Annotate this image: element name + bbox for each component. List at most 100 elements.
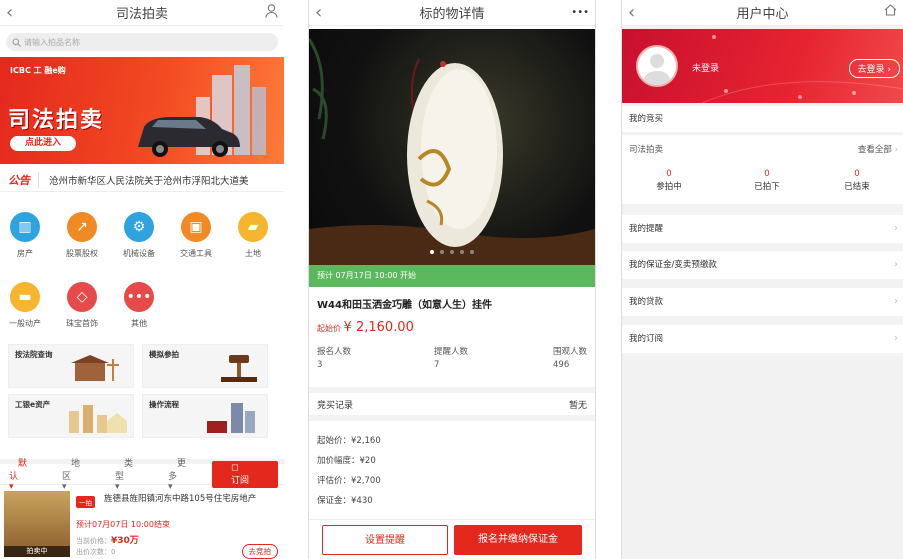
login-label: 去登录	[857, 65, 885, 75]
category-item[interactable]: ▰ 土地	[224, 212, 282, 259]
stat-label: 提醒人数	[434, 347, 469, 357]
count-bidding[interactable]: 0 参拍中	[646, 168, 692, 194]
back-icon[interactable]: ‹	[315, 2, 322, 23]
menu-deposit[interactable]: 我的保证金/变卖预缴款 ›	[622, 251, 903, 279]
count-ended[interactable]: 0 已结束	[834, 168, 880, 194]
category-label: 交通工具	[180, 249, 212, 258]
item-bid-count-row: 出价次数：0	[76, 547, 115, 557]
category-item[interactable]: ••• 其他	[110, 282, 168, 329]
home-icon[interactable]	[884, 4, 897, 20]
chevron-right-icon: ›	[894, 259, 898, 270]
page-title: 司法拍卖	[115, 7, 168, 22]
promo-banner[interactable]: ICBC 工 融e购 司法拍卖 点此进入	[0, 57, 284, 164]
menu-subscriptions[interactable]: 我的订阅 ›	[622, 325, 903, 353]
stat-label: 围观人数	[553, 347, 588, 357]
row-label: 我的贷款	[629, 297, 664, 307]
item-detail-screen: ‹ 标的物详情 ••• 预计 07月17日 10:00 开始 W44和田玉洒金巧…	[308, 0, 596, 559]
go-bid-button[interactable]: 去竞拍	[241, 544, 278, 559]
bid-record-row[interactable]: 竞买记录 暂无	[309, 387, 595, 421]
category-item[interactable]: ▣ 交通工具	[167, 212, 225, 259]
login-button[interactable]: 去登录 ›	[848, 59, 900, 78]
nav-bar: ‹ 用户中心	[622, 0, 903, 26]
back-icon[interactable]: ‹	[628, 2, 635, 23]
category-label: 其他	[131, 319, 147, 328]
info-start-price: 起始价：¥2,160	[317, 436, 381, 446]
item-end-time: 预计07月07日 10:00结束	[76, 520, 170, 529]
subscribe-button[interactable]: ◻ 订阅	[211, 460, 278, 488]
item-image-carousel[interactable]	[309, 29, 595, 265]
count-label: 出价次数：	[76, 548, 111, 556]
tile-label: 模拟参拍	[149, 350, 179, 359]
list-item[interactable]: 拍卖中 一拍 旌德县旌阳镇河东中路105号住宅房地产 预计07月07日 10:0…	[0, 487, 284, 559]
user-icon[interactable]	[265, 4, 278, 22]
more-icon[interactable]: •••	[571, 7, 589, 18]
status-label: 拍卖中	[4, 546, 70, 557]
tile-label: 按法院查询	[15, 350, 53, 359]
info-appraisal: 评估价：¥2,700	[317, 476, 381, 486]
notice-bar[interactable]: 公告 沧州市新华区人民法院关于沧州市浮阳北大道美	[0, 168, 284, 192]
menu-reminders[interactable]: 我的提醒 ›	[622, 215, 903, 243]
count-won[interactable]: 0 已拍下	[744, 168, 790, 194]
category-item[interactable]: ⚙ 机械设备	[110, 212, 168, 259]
price-label: 当前价格：	[76, 537, 111, 545]
filter-label: 更多	[167, 459, 186, 482]
search-placeholder: 请输入拍品名称	[24, 37, 80, 47]
count-value: 0	[854, 169, 860, 179]
filter-bar: 默认 ▾ 地区 ▾ 类型 ▾ 更多 ▾ ◻ 订阅	[0, 459, 284, 492]
car-icon: ▬	[10, 282, 40, 312]
chevron-right-icon: ›	[894, 145, 898, 155]
signup-deposit-button[interactable]: 报名并缴纳保证金	[454, 524, 582, 555]
stat-value: 3	[317, 360, 323, 370]
action-bar: 设置提醒 报名并缴纳保证金	[309, 519, 595, 559]
bid-count: 0	[111, 548, 116, 556]
nav-bar: ‹ 标的物详情 •••	[309, 0, 595, 26]
count-label: 参拍中	[656, 182, 682, 192]
notice-tag: 公告	[8, 171, 39, 188]
chevron-right-icon: ›	[894, 296, 898, 307]
view-all-label: 查看全部	[857, 145, 892, 155]
category-item[interactable]: ↗ 股票股权	[53, 212, 111, 259]
record-label: 竞买记录	[317, 400, 354, 411]
chart-icon: ↗	[67, 212, 97, 242]
category-label: 土地	[245, 249, 261, 258]
user-center-screen: ‹ 用户中心 未登录 去登录 › 我的竞买 司法拍卖 查看全部 › 0 参拍中 0…	[621, 0, 903, 559]
username: 未登录	[692, 64, 720, 74]
page-title: 标的物详情	[419, 7, 485, 22]
category-label: 珠宝首饰	[66, 319, 98, 328]
land-icon: ▰	[238, 212, 268, 242]
more-icon: •••	[124, 282, 154, 312]
diamond-icon: ◇	[67, 282, 97, 312]
search-input[interactable]: 请输入拍品名称	[6, 33, 278, 51]
count-value: 0	[666, 169, 672, 179]
mock-bid-tile[interactable]: 模拟参拍	[142, 344, 268, 388]
banner-enter-button[interactable]: 点此进入	[10, 136, 76, 151]
court-search-tile[interactable]: 按法院查询	[8, 344, 134, 388]
filter-label: 地区	[61, 459, 80, 482]
e-assets-tile[interactable]: 工银e资产	[8, 394, 134, 438]
back-icon[interactable]: ‹	[6, 2, 13, 23]
avatar[interactable]	[636, 45, 678, 87]
category-item[interactable]: ▬ 一般动产	[0, 282, 54, 329]
search-icon	[12, 38, 21, 47]
process-tile[interactable]: 操作流程	[142, 394, 268, 438]
auction-label: 司法拍卖	[629, 145, 664, 155]
menu-loans[interactable]: 我的贷款 ›	[622, 288, 903, 316]
view-all-link[interactable]: 查看全部 ›	[858, 143, 898, 155]
set-reminder-button[interactable]: 设置提醒	[322, 524, 448, 555]
chevron-right-icon: ›	[894, 223, 898, 234]
filter-label: 类型	[114, 459, 133, 482]
court-building-illustration	[71, 355, 119, 381]
category-label: 机械设备	[123, 249, 155, 258]
category-item[interactable]: ▥ 房产	[0, 212, 54, 259]
count-label: 已结束	[844, 182, 870, 192]
stat-views: 围观人数 496	[553, 346, 587, 372]
count-label: 已拍下	[754, 182, 780, 192]
building-icon: ▥	[10, 212, 40, 242]
category-item[interactable]: ◇ 珠宝首饰	[53, 282, 111, 329]
row-label: 我的竞买	[629, 114, 664, 124]
row-label: 我的保证金/变卖预缴款	[629, 260, 717, 270]
row-label: 我的订阅	[629, 334, 664, 344]
stat-value: 7	[434, 360, 440, 370]
tile-label: 工银e资产	[15, 400, 51, 409]
jade-pendant-image	[309, 38, 595, 265]
